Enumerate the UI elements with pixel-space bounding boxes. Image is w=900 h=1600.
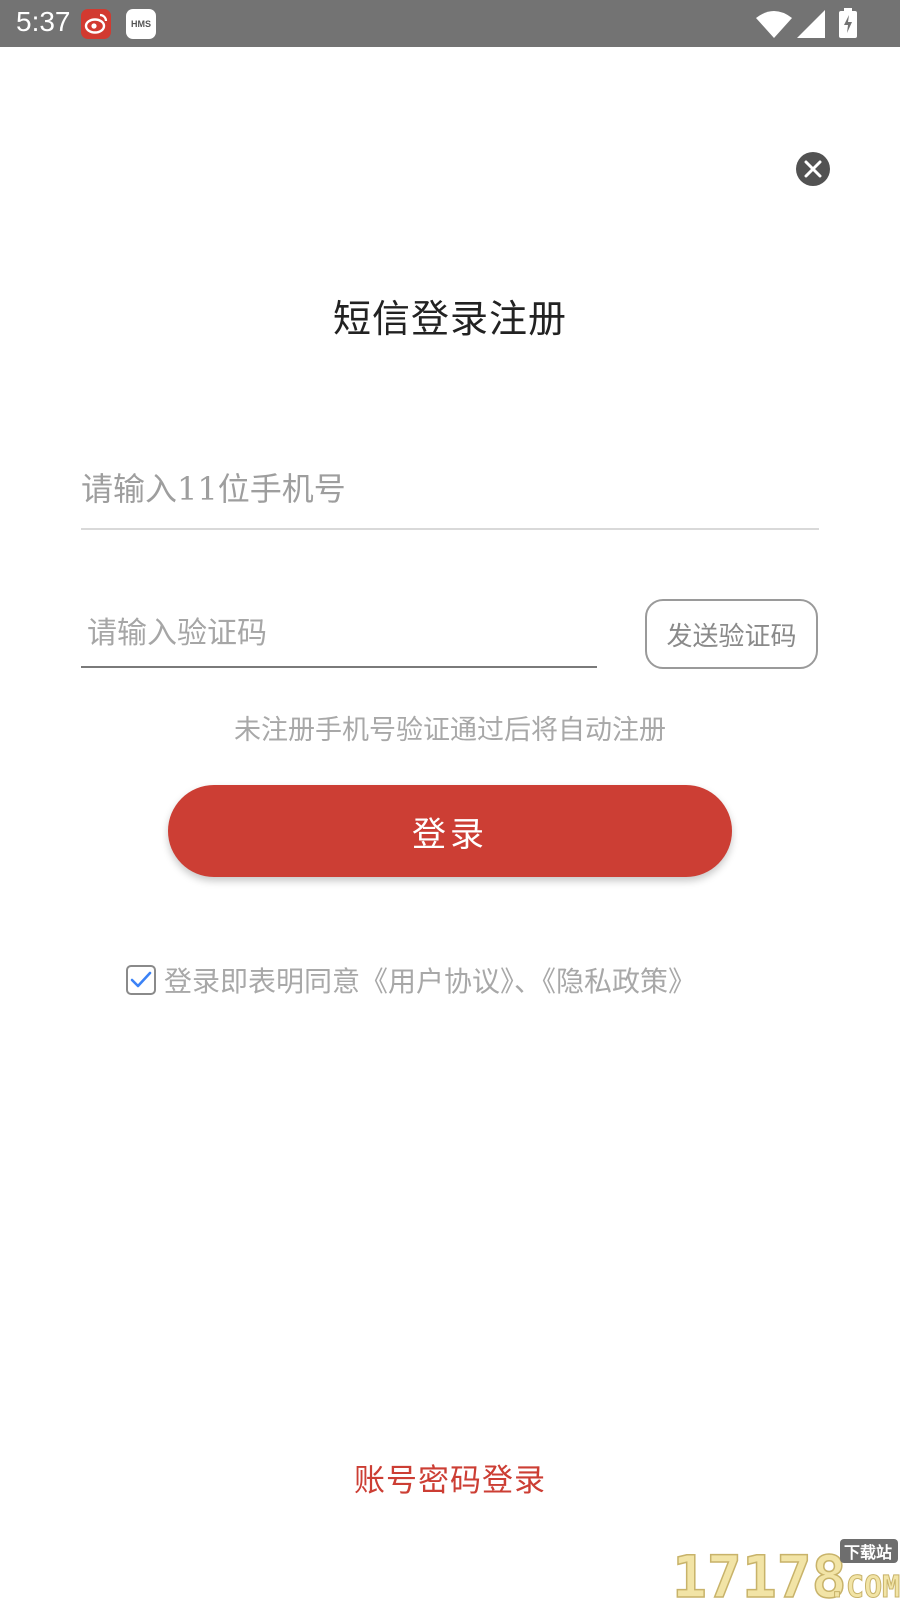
cell-signal-icon — [797, 10, 825, 38]
status-time: 5:37 — [16, 6, 71, 37]
login-button[interactable]: 登录 — [168, 785, 732, 877]
site-watermark: 17178 下载站 .COM — [672, 1539, 900, 1600]
user-agreement-link[interactable]: 《用户协议》 — [360, 965, 514, 998]
agreement-row: 登录即表明同意《用户协议》、《隐私政策》 — [126, 960, 696, 1000]
wifi-icon — [756, 11, 792, 38]
watermark-badge: 下载站 — [844, 1543, 892, 1562]
agreement-prefix: 登录即表明同意 — [164, 965, 361, 998]
status-icons — [740, 0, 900, 47]
status-bar: 5:37 HMS — [0, 0, 900, 47]
watermark-number: 17178 — [672, 1543, 847, 1600]
close-icon — [804, 160, 822, 178]
checkmark-icon — [130, 971, 152, 988]
auto-register-hint: 未注册手机号验证通过后将自动注册 — [234, 715, 666, 746]
agreement-checkbox[interactable] — [126, 965, 156, 995]
phone-number-input[interactable] — [81, 450, 819, 530]
agreement-separator: 、 — [514, 965, 543, 998]
agreement-text: 登录即表明同意《用户协议》、《隐私政策》 — [164, 960, 696, 1000]
page-title: 短信登录注册 — [332, 297, 567, 341]
battery-charging-icon — [839, 8, 857, 38]
verification-code-input[interactable] — [81, 600, 597, 668]
privacy-policy-link[interactable]: 《隐私政策》 — [542, 965, 696, 998]
hms-notification-icon: HMS — [126, 9, 156, 39]
weibo-notification-icon — [81, 9, 111, 39]
account-password-login-link[interactable]: 账号密码登录 — [0, 1455, 900, 1500]
watermark-suffix: .COM — [828, 1570, 900, 1600]
close-button[interactable] — [796, 152, 830, 186]
send-code-button[interactable]: 发送验证码 — [645, 599, 818, 669]
